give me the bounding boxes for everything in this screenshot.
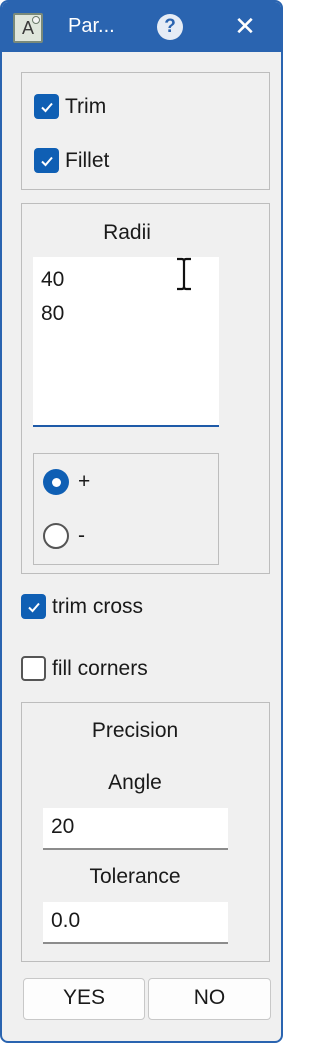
radio-minus[interactable]: - [43, 523, 85, 549]
radio-plus-label: + [78, 470, 91, 493]
text-cursor-icon [177, 257, 191, 291]
radio-unselected-icon [43, 523, 69, 549]
window-title: Par... [68, 15, 115, 37]
yes-button[interactable]: YES [23, 978, 145, 1020]
sign-group: + - [33, 453, 219, 565]
parameters-dialog: A Par... ? ✕ Trim Fillet Radii 40 80 + -… [0, 0, 283, 1043]
fill-corners-checkbox[interactable]: fill corners [21, 656, 148, 681]
tolerance-input[interactable]: 0.0 [43, 902, 228, 944]
trim-cross-check-icon [21, 594, 46, 619]
title-bar[interactable]: A Par... ? ✕ [2, 2, 281, 52]
fillet-label: Fillet [65, 148, 110, 172]
radio-plus[interactable]: + [43, 469, 90, 495]
no-button[interactable]: NO [148, 978, 271, 1020]
options-group: Trim Fillet [21, 72, 270, 190]
radii-item[interactable]: 80 [41, 297, 211, 331]
precision-title: Precision [91, 719, 179, 742]
fill-corners-box [21, 656, 46, 681]
angle-input[interactable]: 20 [43, 808, 228, 850]
close-icon[interactable]: ✕ [231, 11, 259, 41]
radio-selected-icon [43, 469, 69, 495]
trim-cross-label: trim cross [52, 594, 143, 618]
radii-list[interactable]: 40 80 [33, 257, 219, 427]
tolerance-label: Tolerance [89, 865, 181, 888]
precision-group: Precision Angle 20 Tolerance 0.0 [21, 702, 270, 962]
fillet-checkbox[interactable]: Fillet [34, 148, 109, 173]
help-icon[interactable]: ? [157, 14, 183, 40]
trim-checkbox[interactable]: Trim [34, 94, 106, 119]
app-icon-badge [32, 16, 40, 24]
radii-title: Radii [103, 221, 151, 244]
trim-label: Trim [65, 94, 107, 118]
radio-minus-label: - [78, 524, 85, 547]
trim-cross-checkbox[interactable]: trim cross [21, 594, 143, 619]
fillet-check-icon [34, 148, 59, 173]
trim-check-icon [34, 94, 59, 119]
fill-corners-label: fill corners [52, 656, 148, 680]
angle-label: Angle [108, 771, 162, 794]
radii-group: Radii 40 80 + - [21, 203, 270, 574]
app-icon: A [13, 13, 43, 43]
